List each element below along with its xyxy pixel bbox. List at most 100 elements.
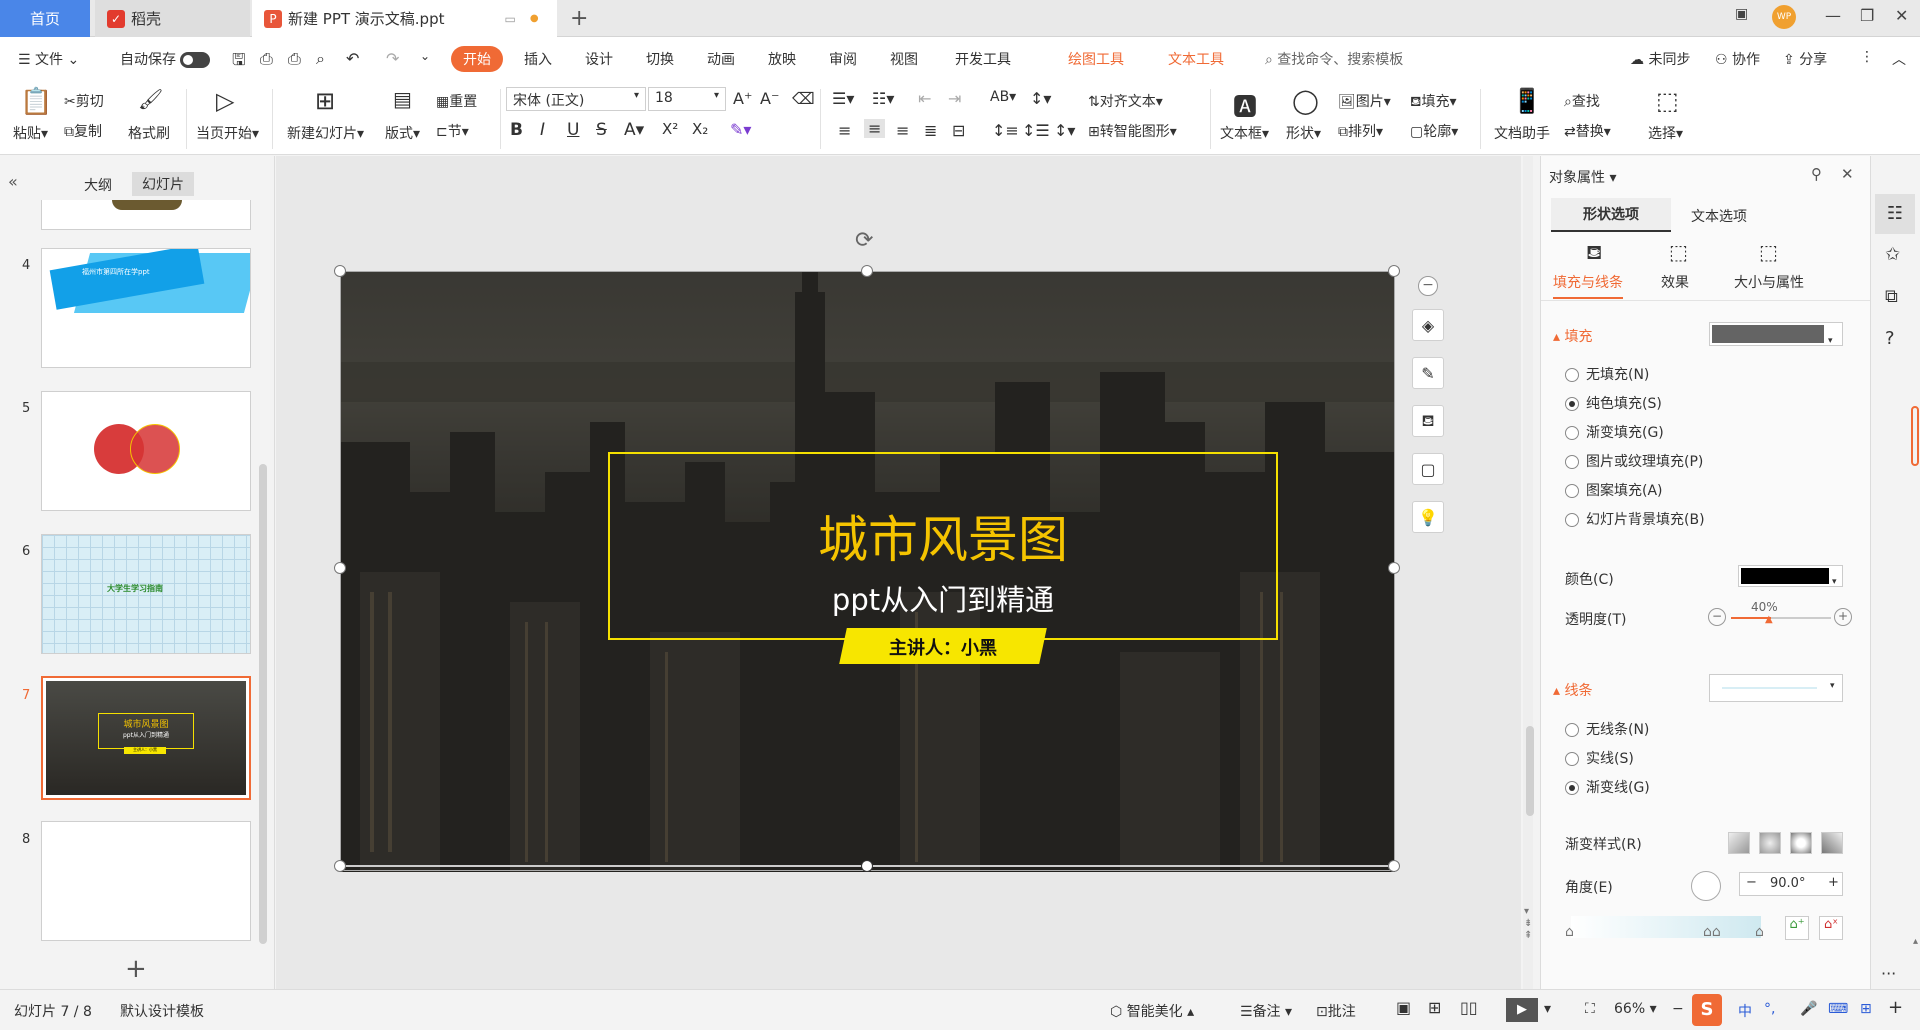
align-right-icon[interactable]: ≡ <box>896 121 909 140</box>
play-slideshow-button[interactable]: ▶ <box>1506 998 1538 1022</box>
menu-animation[interactable]: 动画 <box>707 49 735 69</box>
more-dots-icon[interactable]: ··· <box>1881 964 1896 983</box>
menu-file[interactable]: ☰ 文件 ⌄ <box>18 49 79 69</box>
doc-helper-icon[interactable]: 📱 <box>1512 87 1542 115</box>
sync-button[interactable]: ☁ 未同步 <box>1630 49 1690 69</box>
slide-thumbnail-5[interactable] <box>41 391 251 511</box>
copy-panel-icon[interactable]: ⧉ <box>1885 286 1898 307</box>
bold-icon[interactable]: B <box>510 120 523 140</box>
gradient-stop-handle[interactable]: ⌂ <box>1755 924 1764 940</box>
layout-icon[interactable]: ▤ <box>393 87 412 111</box>
normal-view-icon[interactable]: ▣ <box>1396 998 1411 1017</box>
slide-subtitle[interactable]: ppt从入门到精通 <box>608 577 1278 619</box>
sidebar-more-icon[interactable]: ▴ <box>1913 936 1918 947</box>
pin-icon[interactable]: ⚲ <box>1811 165 1822 183</box>
ime-punct-icon[interactable]: °, <box>1764 1001 1775 1017</box>
menu-view[interactable]: 视图 <box>890 49 918 69</box>
layout-switch-icon[interactable]: ▣ <box>1735 6 1748 22</box>
strikethrough-icon[interactable]: S <box>596 120 607 140</box>
new-tab-button[interactable]: + <box>570 0 588 37</box>
gradient-stops-bar[interactable] <box>1571 916 1761 938</box>
radio-pattern-fill[interactable]: 图案填充(A) <box>1565 480 1663 500</box>
tab-outline[interactable]: 大纲 <box>84 175 112 195</box>
format-painter-icon[interactable]: 🖌 <box>138 87 163 111</box>
frame-icon[interactable]: ▢ <box>1412 453 1444 485</box>
radio-button[interactable] <box>1565 781 1579 795</box>
highlight-icon[interactable]: ✎▾ <box>730 120 751 139</box>
fit-window-icon[interactable]: ⛶ <box>1585 1001 1595 1017</box>
gradient-stop-handle[interactable]: ⌂⌂ <box>1703 924 1721 940</box>
format-painter-button[interactable]: 格式刷 <box>128 123 170 143</box>
line-spacing-icon[interactable]: ↕≡ <box>992 121 1019 140</box>
sidebar-scroll-indicator[interactable] <box>1911 406 1919 466</box>
gradient-style-radial[interactable] <box>1759 832 1781 854</box>
fill-bucket-icon[interactable]: ⛾ <box>1412 405 1444 437</box>
resize-handle[interactable] <box>861 265 873 277</box>
underline-icon[interactable]: U <box>567 120 579 140</box>
radio-button[interactable] <box>1565 513 1579 527</box>
radio-picture-fill[interactable]: 图片或纹理填充(P) <box>1565 451 1703 471</box>
resize-handle[interactable] <box>334 860 346 872</box>
gradient-stop-handle[interactable]: ⌂ <box>1565 924 1574 940</box>
help-icon[interactable]: ? <box>1885 328 1895 349</box>
radio-button[interactable] <box>1565 368 1579 382</box>
cut-button[interactable]: ✂剪切 <box>64 91 104 111</box>
gradient-style-rect[interactable] <box>1790 832 1812 854</box>
subscript-icon[interactable]: X₂ <box>692 120 708 138</box>
copy-button[interactable]: ⧉复制 <box>64 121 102 141</box>
radio-button[interactable] <box>1565 397 1579 411</box>
comments-button[interactable]: ⊡批注 <box>1316 1001 1356 1021</box>
select-icon[interactable]: ⬚ <box>1656 87 1679 115</box>
sort-icon[interactable]: ↕▾ <box>1030 89 1051 108</box>
beautify-button[interactable]: ⬡ 智能美化 ▴ <box>1110 1001 1194 1021</box>
textbox-button[interactable]: 文本框▾ <box>1220 123 1269 143</box>
slide-thumbnail-3[interactable] <box>41 200 251 230</box>
section-button[interactable]: ⊏节▾ <box>436 121 469 141</box>
shape-button[interactable]: 形状▾ <box>1286 123 1321 143</box>
radio-button[interactable] <box>1565 723 1579 737</box>
fill-section-header[interactable]: ▴ 填充 <box>1553 326 1592 346</box>
minimize-button[interactable]: — <box>1825 6 1841 25</box>
fill-line-icon[interactable]: ⛾ <box>1586 240 1602 267</box>
radio-button[interactable] <box>1565 484 1579 498</box>
outline-button[interactable]: ▢轮廓▾ <box>1410 121 1458 141</box>
radio-no-line[interactable]: 无线条(N) <box>1565 719 1649 739</box>
doc-helper-button[interactable]: 文档助手 <box>1494 123 1550 143</box>
undo-icon[interactable]: ↶ <box>346 49 359 68</box>
radio-solid-fill[interactable]: 纯色填充(S) <box>1565 393 1662 413</box>
increase-indent-icon[interactable]: ⇥ <box>948 89 961 108</box>
radio-gradient-fill[interactable]: 渐变填充(G) <box>1565 422 1664 442</box>
menu-insert[interactable]: 插入 <box>524 49 552 69</box>
font-color-icon[interactable]: A▾ <box>624 120 644 140</box>
collab-button[interactable]: ⚇ 协作 <box>1715 49 1760 69</box>
slide-title[interactable]: 城市风景图 <box>608 500 1278 572</box>
size-icon[interactable]: ⬚ <box>1759 240 1778 264</box>
lightbulb-icon[interactable]: 💡 <box>1412 501 1444 533</box>
radio-button[interactable] <box>1565 426 1579 440</box>
slide-thumbnail-7[interactable]: 城市风景图 ppt从入门到精通 主讲人：小黑 <box>41 676 251 800</box>
zoom-select[interactable]: 66% ▾ <box>1614 1001 1657 1017</box>
distribute-icon[interactable]: ⊟ <box>952 121 965 140</box>
canvas-scrollbar[interactable] <box>1526 726 1534 816</box>
resize-handle[interactable] <box>1388 265 1400 277</box>
gradient-style-path[interactable] <box>1821 832 1843 854</box>
angle-decrease[interactable]: − <box>1746 875 1757 890</box>
align-center-icon[interactable]: ≡ <box>864 119 886 138</box>
smartart-button[interactable]: ⊞转智能图形▾ <box>1088 121 1177 141</box>
sogou-ime-icon[interactable]: S <box>1692 994 1722 1026</box>
template-name[interactable]: 默认设计模板 <box>120 1001 204 1021</box>
arrange-button[interactable]: ⧉排列▾ <box>1338 121 1383 141</box>
find-button[interactable]: ⌕查找 <box>1564 91 1600 111</box>
radio-gradient-line[interactable]: 渐变线(G) <box>1565 777 1650 797</box>
autosave-toggle[interactable] <box>180 52 211 68</box>
align-text-button[interactable]: ⇅对齐文本▾ <box>1088 91 1163 111</box>
play-from-current-button[interactable]: 当页开始▾ <box>196 123 259 143</box>
paste-icon[interactable]: 📋 <box>20 87 52 117</box>
grow-font-icon[interactable]: A⁺ <box>733 89 752 108</box>
add-slide-button[interactable]: + <box>125 954 147 984</box>
fill-color-select[interactable]: ▾ <box>1709 322 1843 346</box>
menu-design[interactable]: 设计 <box>585 49 613 69</box>
layers-icon[interactable]: ◈ <box>1412 309 1444 341</box>
redo-icon[interactable]: ↷ <box>386 49 399 68</box>
avatar[interactable]: WP <box>1772 5 1796 29</box>
